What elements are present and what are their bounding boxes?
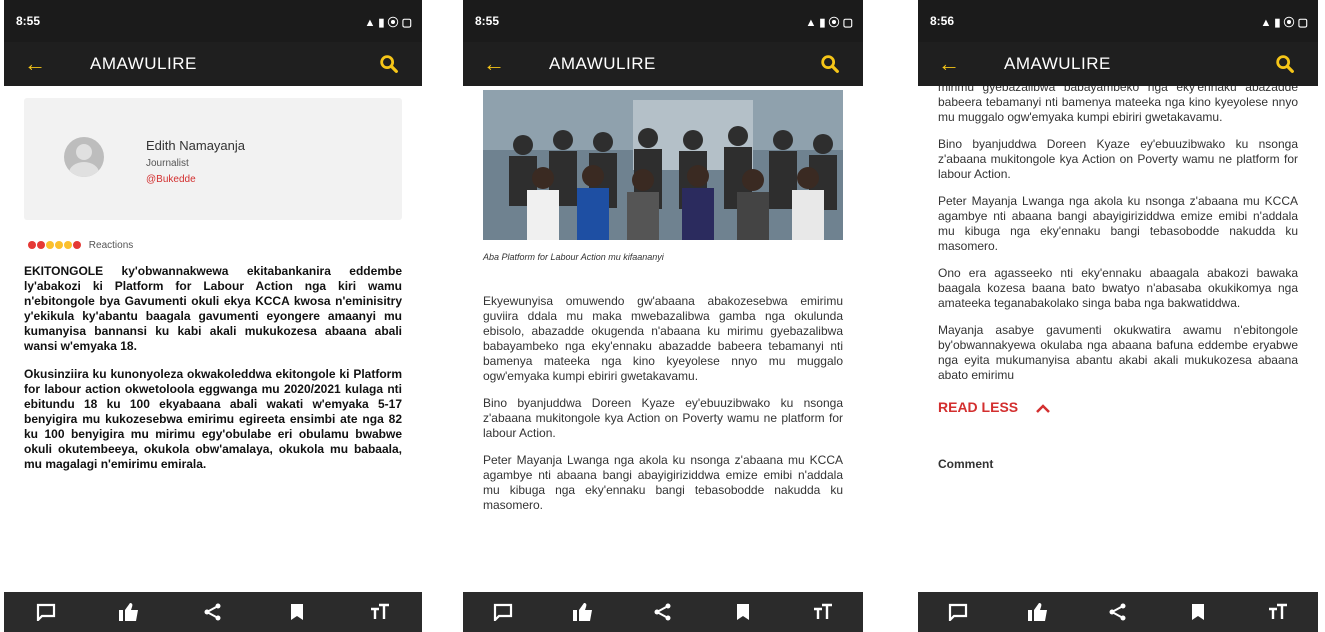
status-bar: 8:56 ▲ ▮ ⦿ ▢ [918,0,1318,42]
article-paragraph: Bino byanjuddwa Doreen Kyaze ey'ebuuzibw… [483,396,843,440]
bookmark-icon[interactable] [1184,598,1212,626]
search-icon[interactable] [378,53,400,75]
article-paragraph: mirimu gyebazalibwa babayambeko nga eky'… [938,86,1298,124]
app-title: AMAWULIRE [549,54,656,73]
status-icons: ▲ ▮ ⦿ ▢ [364,17,412,29]
article-photo [483,90,843,240]
reactions-bar[interactable]: Reactions [28,240,133,251]
screen-3: 8:56 ▲ ▮ ⦿ ▢ ← AMAWULIRE mirimu gyebazal… [918,0,1318,632]
author-source[interactable]: @Bukedde [146,174,196,185]
article-content: Aba Platform for Labour Action mu kifaan… [463,86,863,592]
article-paragraph: Ekyewunyisa omuwendo gw'abaana abakozese… [483,294,843,383]
read-less-button[interactable]: READ LESS [938,399,1298,417]
bookmark-icon[interactable] [283,598,311,626]
read-less-label: READ LESS [938,399,1019,415]
article-content: mirimu gyebazalibwa babayambeko nga eky'… [918,86,1318,592]
app-title: AMAWULIRE [90,54,197,73]
article-content: Edith Namayanja Journalist @Bukedde Reac… [4,86,422,592]
article-paragraph: Bino byanjuddwa Doreen Kyaze ey'ebuuzibw… [938,137,1298,181]
share-icon[interactable] [649,598,677,626]
app-bar: ← AMAWULIRE [918,42,1318,86]
share-icon[interactable] [1104,598,1132,626]
article-paragraph: Mayanja asabye gavumenti okukwatira awam… [938,323,1298,382]
like-icon[interactable] [115,598,143,626]
reaction-heart-icon [37,241,45,250]
article-paragraph: Ono era agasseeko nti eky'ennaku abaagal… [938,266,1298,310]
back-arrow-icon[interactable]: ← [483,51,505,77]
back-arrow-icon[interactable]: ← [938,51,960,77]
article-paragraph: Okusinziira ku kunonyoleza okwakoleddwa … [24,367,402,471]
status-bar: 8:55 ▲ ▮ ⦿ ▢ [463,0,863,42]
author-card[interactable]: Edith Namayanja Journalist @Bukedde [24,98,402,220]
text-size-icon[interactable] [1264,598,1292,626]
app-bar: ← AMAWULIRE [4,42,422,86]
article-paragraph: Peter Mayanja Lwanga nga akola ku nsonga… [938,194,1298,253]
like-icon[interactable] [569,598,597,626]
reactions-label: Reactions [88,240,134,251]
reaction-laugh-icon [46,241,54,250]
author-role: Journalist [146,158,189,169]
app-bar: ← AMAWULIRE [463,42,863,86]
share-icon[interactable] [199,598,227,626]
search-icon[interactable] [819,53,841,75]
comment-icon[interactable] [489,598,517,626]
bottom-toolbar [463,592,863,632]
reaction-wow-icon [55,241,63,250]
author-name: Edith Namayanja [146,138,245,153]
status-time: 8:55 [475,14,500,28]
screen-2: 8:55 ▲ ▮ ⦿ ▢ ← AMAWULIRE Aba Platform fo… [463,0,863,632]
screen-1: 8:55 ▲ ▮ ⦿ ▢ ← AMAWULIRE Edith Namayanja… [4,0,422,632]
search-icon[interactable] [1274,53,1296,75]
bottom-toolbar [4,592,422,632]
comment-icon[interactable] [32,598,60,626]
app-title: AMAWULIRE [1004,54,1111,73]
like-icon[interactable] [1024,598,1052,626]
comment-icon[interactable] [944,598,972,626]
text-size-icon[interactable] [366,598,394,626]
status-bar: 8:55 ▲ ▮ ⦿ ▢ [4,0,422,42]
chevron-up-icon [1035,403,1050,413]
reaction-sad-icon [64,241,72,250]
article-paragraph: EKITONGOLE ky'obwannakwewa ekitabankanir… [24,264,402,353]
comment-section-label: Comment [938,457,994,471]
avatar [64,137,104,177]
photo-caption: Aba Platform for Labour Action mu kifaan… [483,252,664,262]
status-icons: ▲ ▮ ⦿ ▢ [1260,17,1308,29]
bookmark-icon[interactable] [729,598,757,626]
reaction-angry-icon [73,241,81,250]
back-arrow-icon[interactable]: ← [24,51,46,77]
bottom-toolbar [918,592,1318,632]
reaction-love-icon [28,241,36,250]
status-time: 8:55 [16,14,41,28]
status-icons: ▲ ▮ ⦿ ▢ [805,17,853,29]
text-size-icon[interactable] [809,598,837,626]
status-time: 8:56 [930,14,955,28]
article-paragraph: Peter Mayanja Lwanga nga akola ku nsonga… [483,453,843,512]
